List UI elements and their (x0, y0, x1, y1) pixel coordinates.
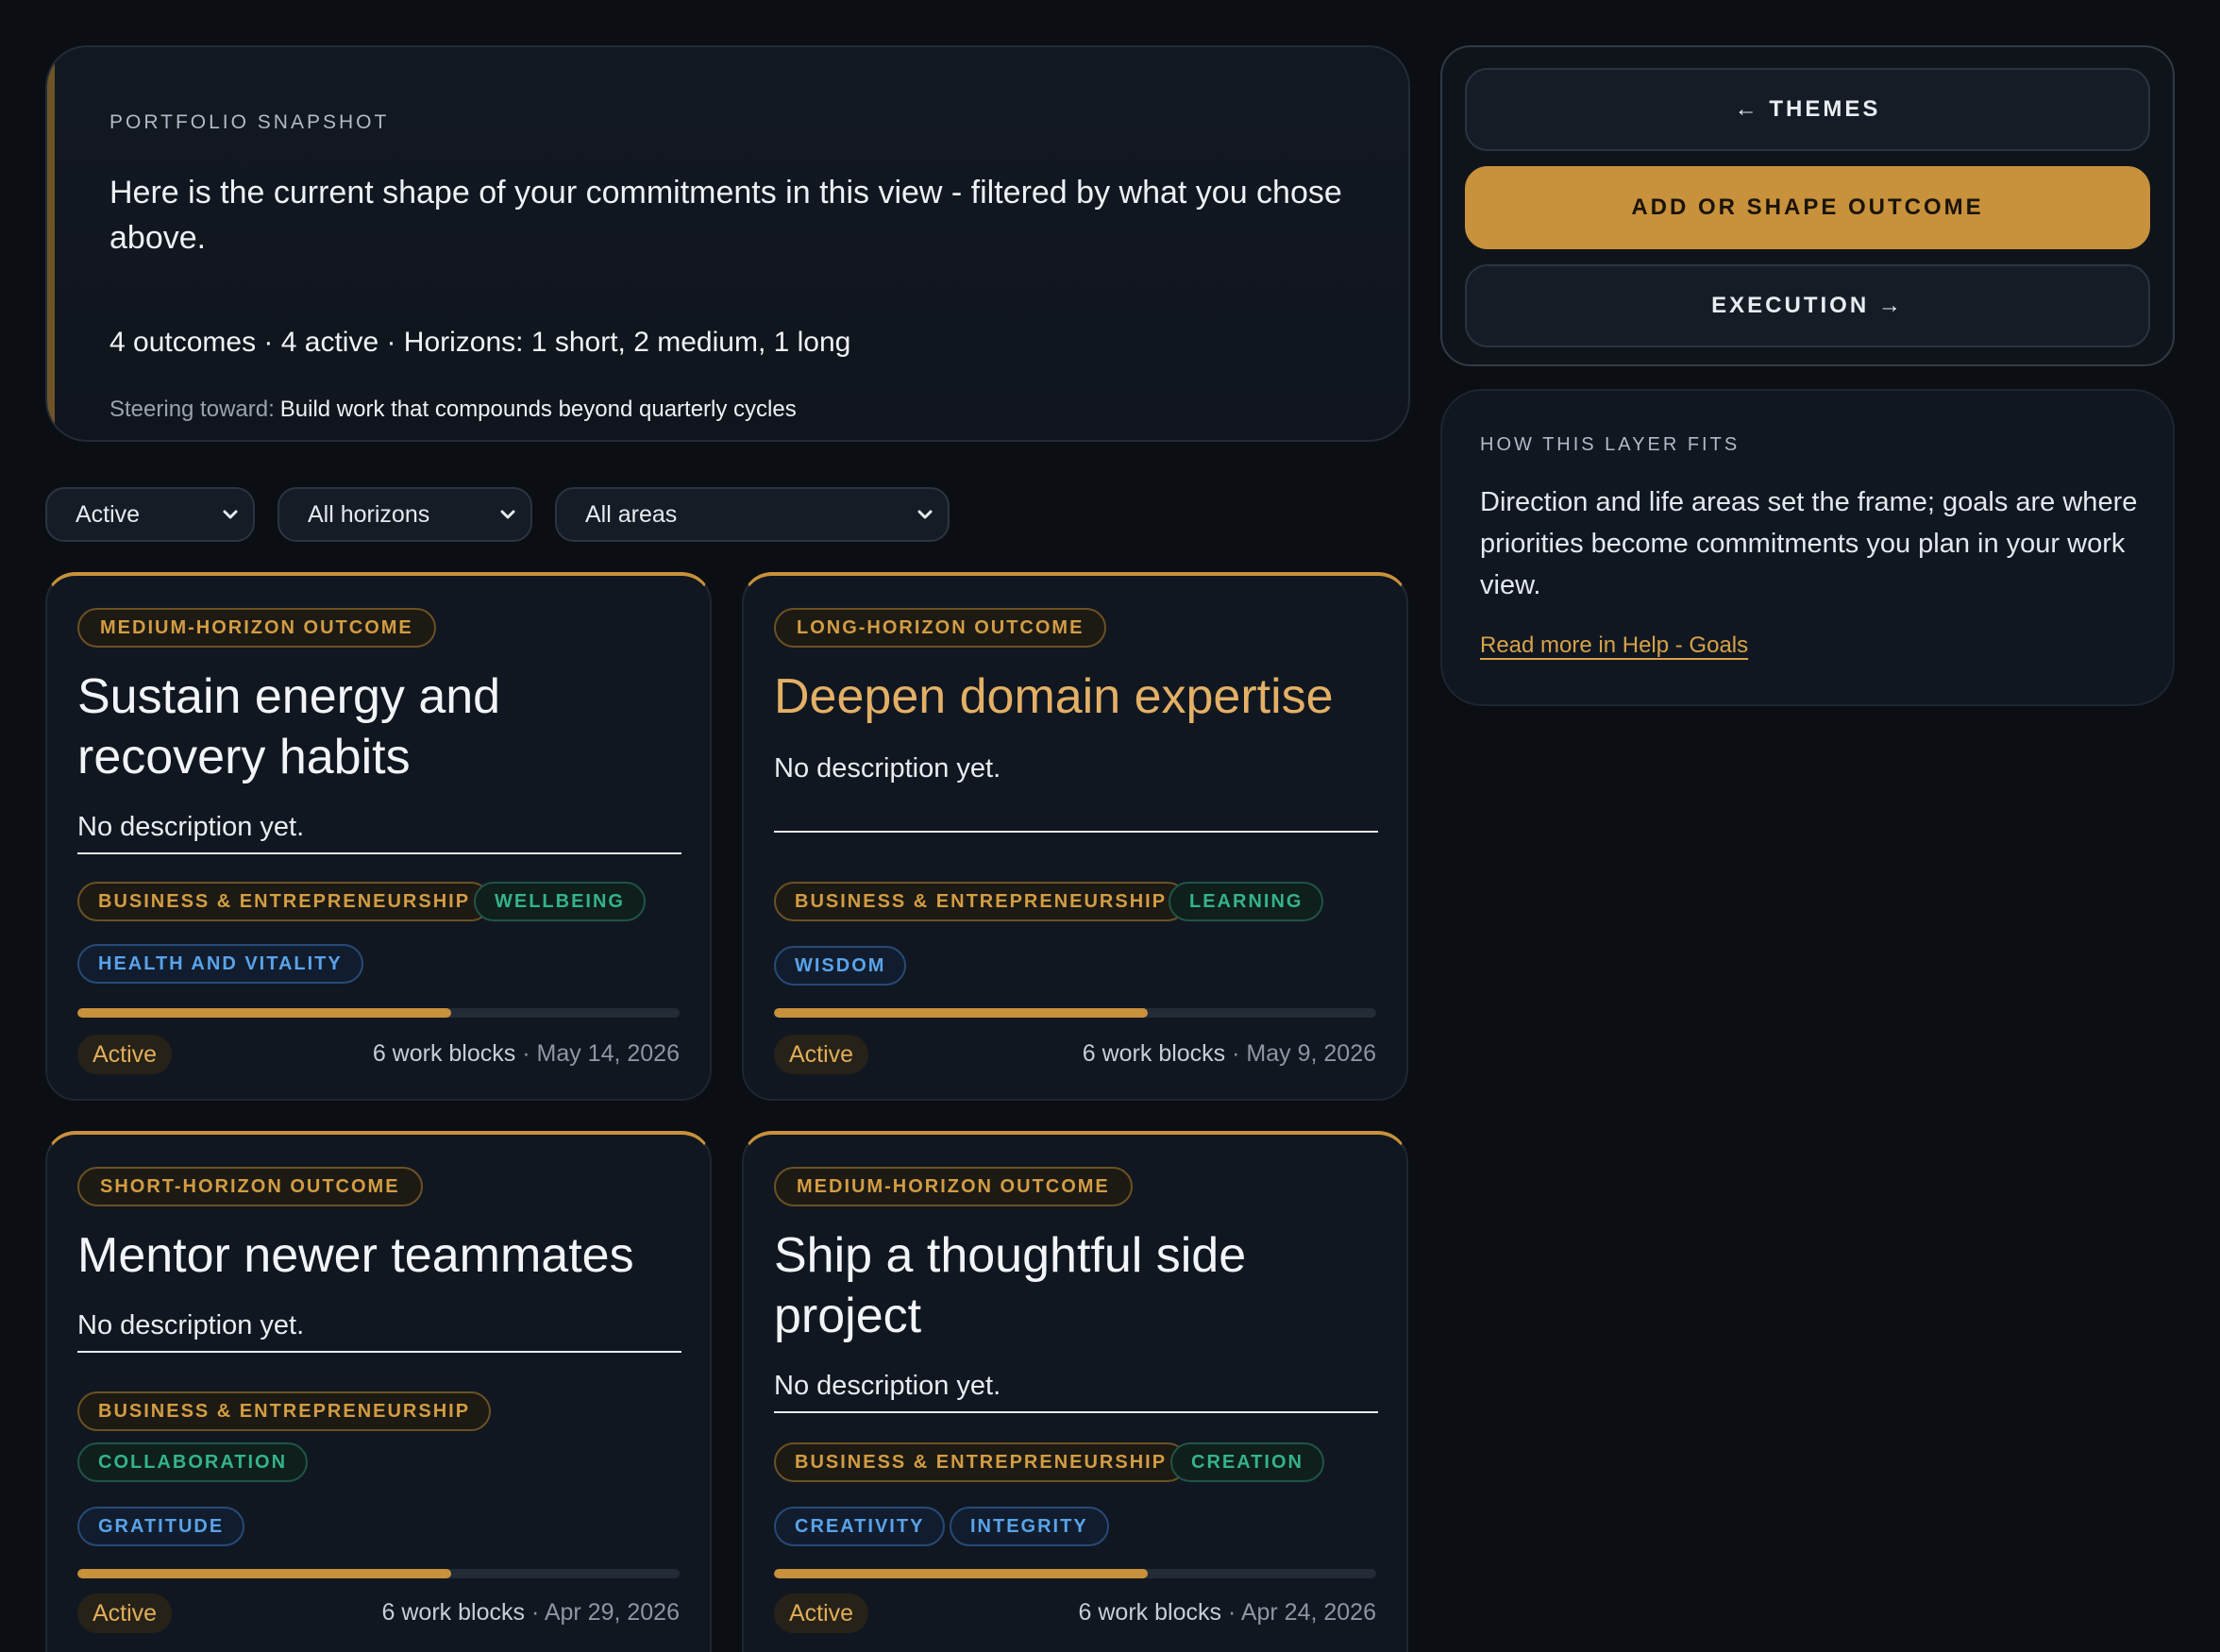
focus-tag: COLLABORATION (77, 1442, 309, 1482)
due-date: · May 9, 2026 (1232, 1040, 1376, 1067)
outcome-card[interactable]: MEDIUM-HORIZON OUTCOME Sustain energy an… (45, 572, 712, 1101)
progress-bar (774, 1008, 1376, 1018)
execution-button[interactable]: EXECUTION → (1465, 264, 2150, 347)
progress-fill (774, 1569, 1148, 1578)
horizon-badge: LONG-HORIZON OUTCOME (774, 608, 1107, 648)
value-tag: INTEGRITY (950, 1507, 1109, 1546)
work-blocks-count: 6 work blocks (381, 1599, 525, 1626)
snapshot-eyebrow: PORTFOLIO SNAPSHOT (109, 111, 390, 133)
horizon-filter-select[interactable]: All horizons (278, 487, 532, 542)
progress-bar (774, 1569, 1376, 1578)
outcome-description[interactable]: No description yet. (77, 1310, 681, 1353)
outcome-card[interactable]: LONG-HORIZON OUTCOME Deepen domain exper… (742, 572, 1408, 1101)
horizon-filter-value: All horizons (308, 500, 430, 528)
outcome-title[interactable]: Sustain energy and recovery habits (77, 666, 691, 787)
area-tag: BUSINESS & ENTREPRENEURSHIP (774, 882, 1188, 921)
due-date: · May 14, 2026 (522, 1040, 680, 1067)
outcome-card[interactable]: SHORT-HORIZON OUTCOME Mentor newer teamm… (45, 1131, 712, 1652)
progress-fill (77, 1008, 451, 1018)
card-meta: 6 work blocks · Apr 29, 2026 (382, 1599, 680, 1627)
snapshot-lead: Here is the current shape of your commit… (109, 175, 1342, 256)
work-blocks-count: 6 work blocks (1082, 1040, 1226, 1067)
outcome-title[interactable]: Deepen domain expertise (774, 666, 1388, 727)
work-blocks-count: 6 work blocks (372, 1040, 516, 1067)
due-date: · Apr 24, 2026 (1227, 1599, 1376, 1626)
status-filter-select[interactable]: Active (45, 487, 255, 542)
status-badge: Active (774, 1035, 869, 1074)
outcome-title[interactable]: Ship a thoughtful side project (774, 1225, 1388, 1346)
work-blocks-count: 6 work blocks (1078, 1599, 1221, 1626)
due-date: · Apr 29, 2026 (530, 1599, 680, 1626)
horizon-badge: MEDIUM-HORIZON OUTCOME (77, 608, 436, 648)
progress-bar (77, 1008, 680, 1018)
outcome-title[interactable]: Mentor newer teammates (77, 1225, 691, 1286)
area-tag: BUSINESS & ENTREPRENEURSHIP (77, 882, 492, 921)
status-badge: Active (774, 1593, 869, 1633)
layer-fit-panel: HOW THIS LAYER FITS Direction and life a… (1440, 389, 2175, 706)
chevron-down-icon (223, 510, 238, 519)
status-badge: Active (77, 1593, 173, 1633)
focus-tag: WELLBEING (474, 882, 646, 921)
status-filter-value: Active (76, 500, 141, 528)
progress-bar (77, 1569, 680, 1578)
area-filter-select[interactable]: All areas (555, 487, 950, 542)
snapshot-stats: 4 outcomes · 4 active · Horizons: 1 shor… (109, 327, 851, 358)
progress-fill (77, 1569, 451, 1578)
outcome-description[interactable]: No description yet. (774, 753, 1378, 833)
outcome-description[interactable]: No description yet. (77, 812, 681, 854)
card-meta: 6 work blocks · May 9, 2026 (1083, 1040, 1376, 1068)
card-meta: 6 work blocks · Apr 24, 2026 (1079, 1599, 1376, 1627)
help-goals-link[interactable]: Read more in Help - Goals (1480, 632, 1748, 659)
chevron-down-icon (500, 510, 515, 519)
value-tag: GRATITUDE (77, 1507, 245, 1546)
add-outcome-button[interactable]: ADD OR SHAPE OUTCOME (1465, 166, 2150, 249)
value-tag: CREATIVITY (774, 1507, 946, 1546)
value-tag: HEALTH AND VITALITY (77, 944, 363, 984)
steering-label: Steering toward: (109, 396, 275, 422)
goals-page: PORTFOLIO SNAPSHOT Here is the current s… (0, 0, 2220, 1652)
steering-line: Steering toward: Build work that compound… (109, 396, 797, 423)
focus-tag: LEARNING (1169, 882, 1324, 921)
area-tag: BUSINESS & ENTREPRENEURSHIP (77, 1391, 492, 1431)
actions-panel: ← THEMES ADD OR SHAPE OUTCOME EXECUTION … (1440, 45, 2175, 366)
area-tag: BUSINESS & ENTREPRENEURSHIP (774, 1442, 1188, 1482)
card-meta: 6 work blocks · May 14, 2026 (373, 1040, 680, 1068)
fits-eyebrow: HOW THIS LAYER FITS (1480, 434, 1741, 455)
horizon-badge: MEDIUM-HORIZON OUTCOME (774, 1167, 1133, 1206)
themes-button[interactable]: ← THEMES (1465, 68, 2150, 151)
status-badge: Active (77, 1035, 173, 1074)
value-tag: WISDOM (774, 946, 907, 986)
chevron-down-icon (917, 510, 933, 519)
outcome-description[interactable]: No description yet. (774, 1371, 1378, 1413)
outcome-card[interactable]: MEDIUM-HORIZON OUTCOME Ship a thoughtful… (742, 1131, 1408, 1652)
progress-fill (774, 1008, 1148, 1018)
area-filter-value: All areas (585, 500, 678, 528)
focus-tag: CREATION (1170, 1442, 1324, 1482)
fits-body: Direction and life areas set the frame; … (1480, 487, 2138, 600)
steering-value: Build work that compounds beyond quarter… (279, 396, 797, 422)
portfolio-snapshot-panel: PORTFOLIO SNAPSHOT Here is the current s… (45, 45, 1410, 442)
horizon-badge: SHORT-HORIZON OUTCOME (77, 1167, 423, 1206)
